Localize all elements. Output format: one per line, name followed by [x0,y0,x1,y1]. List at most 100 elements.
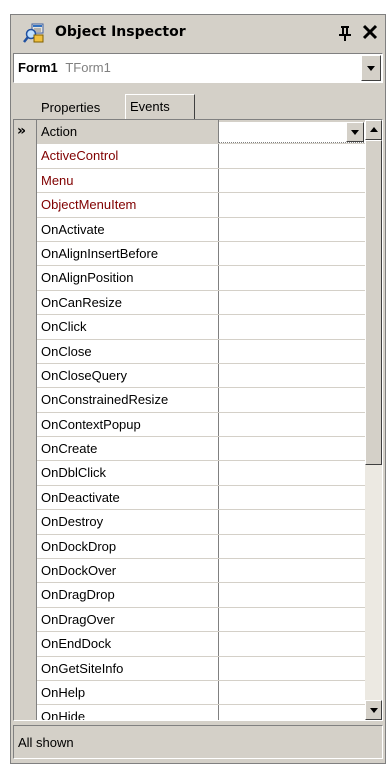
event-row[interactable]: OnContextPopup [37,412,367,438]
event-name: OnEndDock [41,636,112,652]
event-row[interactable]: OnCloseQuery [37,363,367,389]
event-name: OnCanResize [41,294,122,310]
scrollbar-thumb[interactable] [365,140,382,465]
event-row[interactable]: OnActivate [37,217,367,242]
event-row[interactable]: OnGetSiteInfo [37,656,367,681]
event-name: OnAlignInsertBefore [41,245,159,261]
event-name: OnGetSiteInfo [41,660,124,676]
selected-row-indicator-icon: » [17,123,27,139]
column-divider [218,607,219,632]
event-row[interactable]: OnAlignInsertBefore [37,241,367,267]
event-name: Menu [41,172,74,188]
event-name: Action [41,124,216,144]
event-name: OnContextPopup [41,416,141,432]
arrow-up-icon [370,127,378,132]
event-row[interactable]: OnCreate [37,437,367,462]
tab-events[interactable]: Events [125,94,195,120]
column-divider [218,510,219,534]
event-row[interactable]: OnEndDock [37,632,367,657]
object-selector-combo[interactable]: Form1 TForm1 [13,53,383,83]
column-divider [218,534,219,559]
tab-properties[interactable]: Properties [37,97,124,119]
column-divider [218,217,219,241]
column-divider [218,656,219,680]
event-value-dropdown-button[interactable] [346,122,364,142]
event-name: OnDockDrop [41,538,117,554]
column-divider [218,461,219,485]
scroll-down-button[interactable] [365,700,382,720]
window-title: Object Inspector [55,24,186,40]
column-divider [218,583,219,607]
column-divider [218,193,219,217]
status-text: All shown [18,735,74,750]
event-name: OnCloseQuery [41,367,127,383]
event-name: OnClick [41,319,87,335]
column-divider [218,290,219,315]
event-row[interactable]: Menu [37,168,367,194]
scroll-up-button[interactable] [365,120,382,140]
chevron-down-icon [351,130,359,135]
pin-icon[interactable] [336,23,354,43]
event-row[interactable]: OnCanResize [37,290,367,316]
event-name: OnDestroy [41,514,104,530]
event-row[interactable]: OnDblClick [37,461,367,486]
event-row[interactable]: OnHide [37,705,367,720]
event-name: OnClose [41,343,92,359]
column-divider [218,144,219,168]
arrow-down-icon [370,708,378,713]
chevron-down-icon [367,66,375,71]
event-name: OnDockOver [41,563,117,579]
event-name: OnDragOver [41,611,115,627]
event-value-editor[interactable] [219,122,366,143]
event-row[interactable]: ActiveControl [37,144,367,169]
column-divider [218,168,219,193]
column-divider [218,485,219,510]
object-selector-dropdown-button[interactable] [361,55,381,81]
event-row[interactable]: OnAlignPosition [37,266,367,291]
column-divider [218,705,219,720]
event-row[interactable]: OnDragOver [37,607,367,633]
event-row[interactable]: Action [37,120,367,145]
event-row[interactable]: OnDockDrop [37,534,367,560]
event-row[interactable]: OnHelp [37,680,367,706]
event-name: OnDblClick [41,465,107,481]
column-divider [218,339,219,363]
column-divider [218,632,219,656]
object-inspector-window: Object Inspector Form1 TForm1 Properties… [10,14,386,764]
column-divider [218,315,219,339]
column-divider [218,241,219,266]
column-divider [218,680,219,705]
event-name: ObjectMenuItem [41,197,137,213]
event-name: OnActivate [41,221,105,237]
event-row[interactable]: OnDragDrop [37,583,367,608]
row-indicator-column: » [14,120,37,720]
object-type: TForm1 [65,60,111,75]
object-inspector-icon [23,23,44,43]
event-row[interactable]: OnDockOver [37,559,367,584]
status-bar: All shown [13,725,383,759]
events-grid: » Action ActiveControl Menu ObjectMenuItem O… [13,119,383,721]
event-row[interactable]: OnDestroy [37,510,367,535]
close-icon[interactable] [360,22,380,42]
event-row[interactable]: OnDeactivate [37,485,367,511]
event-name: OnCreate [41,441,98,457]
title-bar[interactable]: Object Inspector [11,15,385,51]
events-list: Action ActiveControl Menu ObjectMenuItem OnA… [37,120,367,720]
event-name: OnDeactivate [41,489,120,505]
event-row[interactable]: OnClick [37,315,367,340]
column-divider [218,437,219,461]
column-divider [218,266,219,290]
event-row[interactable]: ObjectMenuItem [37,193,367,218]
vertical-scrollbar[interactable] [365,120,382,720]
event-name: OnDragDrop [41,587,115,603]
event-row[interactable]: OnConstrainedResize [37,388,367,413]
event-row[interactable]: OnClose [37,339,367,364]
column-divider [218,388,219,412]
event-name: OnHelp [41,684,86,700]
column-divider [218,559,219,583]
event-name: OnConstrainedResize [41,392,169,408]
event-name: ActiveControl [41,148,119,164]
column-divider [218,412,219,437]
event-name: OnAlignPosition [41,270,134,286]
column-divider [218,363,219,388]
